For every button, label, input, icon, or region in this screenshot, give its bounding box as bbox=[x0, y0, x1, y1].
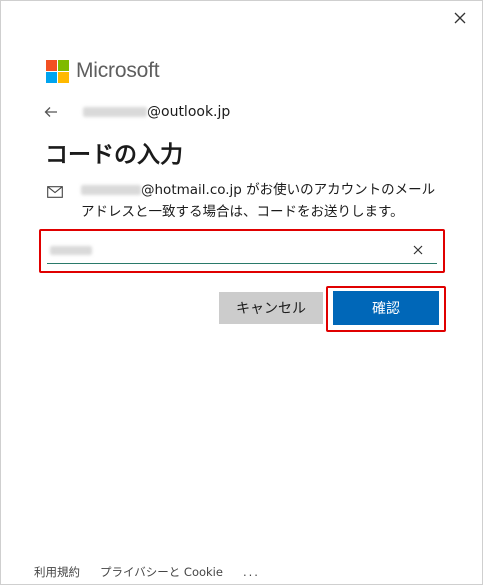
code-destination-description: @hotmail.co.jp がお使いのアカウントのメール アドレスと一致する場… bbox=[47, 179, 442, 223]
close-button[interactable] bbox=[447, 5, 473, 31]
code-input-highlight bbox=[39, 229, 445, 273]
microsoft-logo-text: Microsoft bbox=[76, 59, 160, 82]
back-button[interactable] bbox=[41, 102, 61, 122]
confirm-button-highlight: 確認 bbox=[326, 286, 446, 332]
masked-username bbox=[83, 107, 147, 117]
footer: 利用規約 プライバシーと Cookie ... bbox=[34, 564, 260, 580]
description-email-domain: @hotmail.co.jp bbox=[141, 182, 242, 198]
masked-code-value bbox=[50, 245, 92, 255]
account-identity: @outlook.jp bbox=[41, 101, 230, 123]
account-email-domain: @outlook.jp bbox=[147, 104, 231, 120]
dialog-window: Microsoft @outlook.jp コードの入力 @hotmail.co… bbox=[0, 0, 483, 585]
back-arrow-icon bbox=[44, 107, 57, 117]
clear-input-button[interactable] bbox=[409, 241, 427, 259]
clear-icon bbox=[413, 245, 423, 255]
close-icon bbox=[454, 12, 466, 24]
code-input[interactable] bbox=[47, 237, 437, 264]
cancel-button[interactable]: キャンセル bbox=[219, 292, 323, 324]
more-options-button[interactable]: ... bbox=[243, 565, 260, 579]
privacy-link[interactable]: プライバシーと Cookie bbox=[100, 564, 223, 580]
terms-link[interactable]: 利用規約 bbox=[34, 564, 80, 580]
mail-icon bbox=[47, 179, 67, 223]
masked-email-user bbox=[81, 185, 141, 195]
confirm-button[interactable]: 確認 bbox=[333, 291, 439, 325]
microsoft-logo-icon bbox=[46, 59, 69, 83]
microsoft-logo: Microsoft bbox=[46, 59, 160, 83]
page-title: コードの入力 bbox=[45, 142, 183, 168]
